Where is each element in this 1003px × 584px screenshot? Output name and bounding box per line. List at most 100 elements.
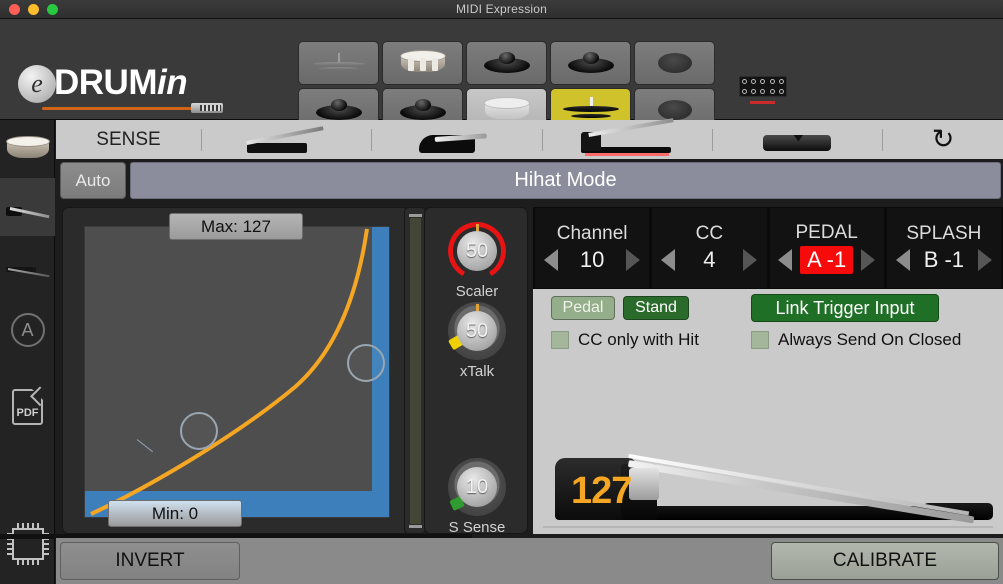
trigger-line-icon <box>5 256 50 278</box>
sense-label: SENSE <box>96 128 161 150</box>
splash-stepper[interactable]: SPLASH B -1 <box>886 208 1001 288</box>
pedal-clamp <box>629 468 659 500</box>
snare-pad[interactable] <box>382 41 463 85</box>
pedal-hihat-icon <box>579 117 675 153</box>
ride-cymbal-pad[interactable] <box>298 41 379 85</box>
pedal-type-3[interactable] <box>543 117 712 159</box>
always-send-on-closed-label: Always Send On Closed <box>778 330 962 349</box>
blank-pad-icon <box>657 53 692 73</box>
cc-only-with-hit-checkbox[interactable]: CC only with Hit <box>551 330 699 350</box>
splash-value: B -1 <box>923 247 965 272</box>
curve-handle-lower[interactable] <box>180 412 218 450</box>
refresh-button[interactable]: ↻ <box>883 120 1003 159</box>
curve-line <box>90 228 369 516</box>
blank-pad-icon <box>657 100 692 120</box>
channel-value: 10 <box>579 247 605 272</box>
maximize-button[interactable] <box>47 4 58 15</box>
cymbal-dome-icon <box>315 99 362 121</box>
stand-toggle[interactable]: Stand <box>623 296 689 320</box>
pdf-icon-label: PDF <box>16 407 39 419</box>
pedal-toggle[interactable]: Pedal <box>551 296 615 320</box>
scaler-knob-label: Scaler <box>455 283 499 300</box>
sidebar-item-trigger[interactable] <box>0 236 55 294</box>
logo-text-italic: in <box>156 63 188 102</box>
title-bar: MIDI Expression <box>0 0 1003 19</box>
scaler-knob[interactable]: 50 Scaler <box>425 222 529 300</box>
sense-bar: SENSE ↻ <box>56 117 1003 159</box>
snare-drum-icon <box>5 136 50 162</box>
pedal-stepper[interactable]: PEDAL A -1 <box>769 208 884 288</box>
cymbal-dome-icon <box>567 52 614 74</box>
pedal-value: A -1 <box>800 246 854 274</box>
chip-icon <box>6 523 49 565</box>
sidebar-item-auto[interactable]: A <box>0 294 55 366</box>
always-send-on-closed-checkbox[interactable]: Always Send On Closed <box>751 330 961 350</box>
pedal-increment-arrow[interactable] <box>861 249 876 271</box>
cc-stepper[interactable]: CC 4 <box>652 208 767 288</box>
pdf-icon: PDF <box>12 389 43 425</box>
channel-caption: Channel <box>556 223 628 244</box>
link-trigger-input-button[interactable]: Link Trigger Input <box>751 294 939 322</box>
minimize-button[interactable] <box>28 4 39 15</box>
sidebar-item-firmware[interactable] <box>0 504 55 584</box>
max-value-label[interactable]: Max: 127 <box>169 213 303 240</box>
ride-cymbal-icon <box>312 53 365 73</box>
channel-increment-arrow[interactable] <box>626 249 641 271</box>
pedal-icon <box>5 198 50 219</box>
mode-row: Auto Hihat Mode <box>56 161 1003 200</box>
pedal-block-icon <box>409 127 505 153</box>
pedal-caption: PEDAL <box>795 222 858 243</box>
meter-track <box>410 218 421 524</box>
xtalk-knob[interactable]: 50 xTalk <box>425 302 529 380</box>
cc-value: 4 <box>703 247 716 272</box>
sidebar-item-pedal[interactable] <box>0 178 55 236</box>
s-sense-knob[interactable]: 10 S Sense <box>425 458 529 536</box>
selected-indicator <box>585 153 670 156</box>
curve-handle-upper[interactable] <box>347 344 385 382</box>
tom-pad-2[interactable] <box>550 41 631 85</box>
checkbox-box[interactable] <box>751 331 769 349</box>
settings-panel: Channel 10 CC 4 PEDAL A -1 SPLASH B -1 P… <box>533 207 1003 534</box>
pedal-flat-icon <box>239 125 335 153</box>
connector-pins <box>739 76 787 97</box>
cymbal-dome-icon <box>399 99 446 121</box>
checkbox-box[interactable] <box>551 331 569 349</box>
auto-button[interactable]: Auto <box>60 162 126 199</box>
blank-pad-1[interactable] <box>634 41 715 85</box>
pedal-decrement-arrow[interactable] <box>778 249 793 271</box>
sidebar-item-snare[interactable] <box>0 120 55 178</box>
splash-increment-arrow[interactable] <box>977 249 992 271</box>
close-button[interactable] <box>9 4 20 15</box>
logo-mark: e <box>18 65 56 103</box>
window-controls[interactable] <box>9 4 58 15</box>
pedal-type-4[interactable] <box>713 120 882 159</box>
pedal-type-1[interactable] <box>202 120 371 159</box>
app-window: MIDI Expression e DRUMin A PDF SENSE ↻ A… <box>0 0 1003 584</box>
channel-decrement-arrow[interactable] <box>544 249 559 271</box>
calibrate-button[interactable]: CALIBRATE <box>771 542 999 580</box>
snare-drum-icon <box>399 50 446 76</box>
logo-text: DRUMin <box>54 63 188 103</box>
splash-decrement-arrow[interactable] <box>895 249 910 271</box>
cc-increment-arrow[interactable] <box>743 249 758 271</box>
xtalk-knob-value: 50 <box>457 311 497 351</box>
velocity-curve-plot[interactable] <box>84 226 390 518</box>
app-logo: e DRUMin <box>18 57 268 113</box>
pedal-type-2[interactable] <box>372 120 541 159</box>
cc-decrement-arrow[interactable] <box>661 249 676 271</box>
bottom-bar: INVERT CALIBRATE <box>56 538 1003 584</box>
connector-indicator <box>750 101 775 104</box>
scaler-knob-value: 50 <box>457 231 497 271</box>
channel-stepper[interactable]: Channel 10 <box>535 208 650 288</box>
s-sense-knob-value: 10 <box>457 467 497 507</box>
min-value-label[interactable]: Min: 0 <box>108 500 242 527</box>
invert-button[interactable]: INVERT <box>60 542 240 580</box>
meter-cap-top <box>409 214 422 217</box>
sidebar-item-pdf[interactable]: PDF <box>0 366 55 448</box>
circle-a-icon: A <box>10 313 45 347</box>
hihat-mode-bar[interactable]: Hihat Mode <box>130 162 1001 199</box>
velocity-curve-panel <box>62 207 410 534</box>
cymbal-dome-icon <box>483 52 530 74</box>
tom-pad-1[interactable] <box>466 41 547 85</box>
left-sidebar: A PDF <box>0 120 55 584</box>
